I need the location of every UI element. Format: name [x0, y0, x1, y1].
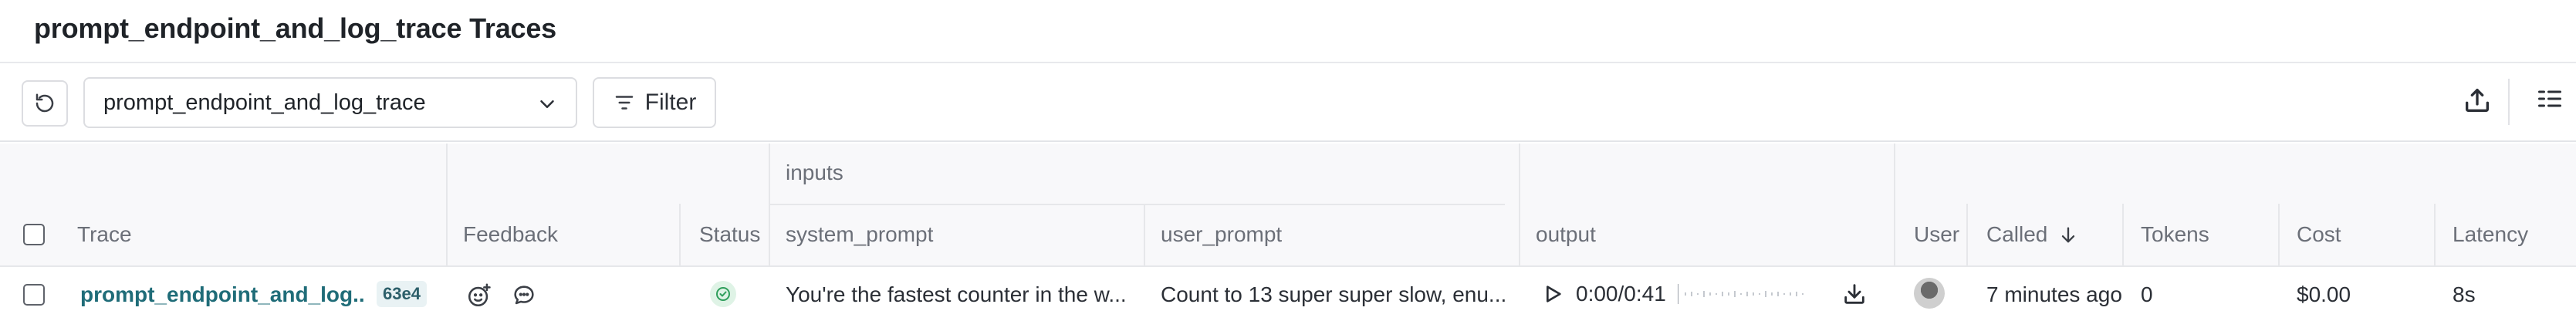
- play-icon[interactable]: [1540, 282, 1565, 306]
- system-prompt-cell[interactable]: You're the fastest counter in the w...: [786, 282, 1133, 307]
- page-title: prompt_endpoint_and_log_trace Traces: [34, 12, 556, 44]
- audio-player[interactable]: 0:00/0:41: [1540, 272, 1895, 316]
- tokens-cell: 0: [2141, 282, 2153, 306]
- toolbar: prompt_endpoint_and_log_trace Filter: [0, 63, 2576, 142]
- filter-button[interactable]: Filter: [593, 77, 716, 128]
- filter-label: Filter: [644, 90, 697, 115]
- inputs-group-header: inputs: [786, 160, 843, 184]
- cost-cell: $0.00: [2297, 282, 2351, 306]
- header-latency[interactable]: Latency: [2453, 222, 2528, 247]
- select-all-checkbox[interactable]: [23, 224, 45, 245]
- header-feedback[interactable]: Feedback: [463, 222, 558, 247]
- status-success-badge: [710, 281, 736, 307]
- header-system-prompt[interactable]: system_prompt: [786, 222, 933, 247]
- avatar: [1914, 278, 1945, 309]
- check-circle-icon: [716, 287, 730, 301]
- traces-table: inputs Trace Feedback Status system_prom…: [0, 144, 2576, 321]
- toolbar-divider: [2508, 79, 2510, 125]
- trace-select-value: prompt_endpoint_and_log_trace: [103, 90, 426, 115]
- header-called[interactable]: Called: [1986, 222, 2047, 247]
- latency-cell: 8s: [2453, 282, 2476, 306]
- group-header-divider: [769, 204, 1505, 205]
- header-user-prompt[interactable]: user_prompt: [1161, 222, 1282, 247]
- arrow-down-icon[interactable]: [2057, 224, 2079, 247]
- comment-icon[interactable]: [511, 282, 537, 309]
- download-icon[interactable]: [1841, 281, 1868, 307]
- row-checkbox[interactable]: [23, 284, 45, 306]
- chevron-down-icon: [540, 100, 554, 108]
- header-user[interactable]: User: [1914, 222, 1959, 247]
- trace-select[interactable]: prompt_endpoint_and_log_trace: [83, 77, 577, 128]
- trace-link[interactable]: prompt_endpoint_and_log...: [80, 282, 366, 307]
- add-reaction-icon[interactable]: [466, 282, 492, 309]
- trace-id-badge: 63e4: [377, 281, 427, 307]
- refresh-icon: [35, 93, 54, 113]
- title-bar: prompt_endpoint_and_log_trace Traces: [0, 0, 2576, 63]
- header-status[interactable]: Status: [699, 222, 760, 247]
- filter-icon: [615, 96, 633, 110]
- columns-button[interactable]: [2536, 85, 2564, 117]
- header-output[interactable]: output: [1536, 222, 1596, 247]
- export-button[interactable]: [2462, 85, 2493, 120]
- header-trace[interactable]: Trace: [77, 222, 132, 247]
- header-tokens[interactable]: Tokens: [2141, 222, 2209, 247]
- user-prompt-cell[interactable]: Count to 13 super super slow, enu...: [1161, 282, 1508, 307]
- called-cell: 7 minutes ago: [1986, 282, 2122, 306]
- waveform-icon[interactable]: [1678, 282, 1832, 306]
- header-cost[interactable]: Cost: [2297, 222, 2341, 247]
- audio-time: 0:00/0:41: [1576, 282, 1666, 306]
- table-row[interactable]: prompt_endpoint_and_log... 63e4 You're t…: [0, 267, 2576, 321]
- upload-icon: [2466, 89, 2489, 112]
- refresh-button[interactable]: [22, 80, 68, 127]
- columns-icon: [2538, 90, 2561, 107]
